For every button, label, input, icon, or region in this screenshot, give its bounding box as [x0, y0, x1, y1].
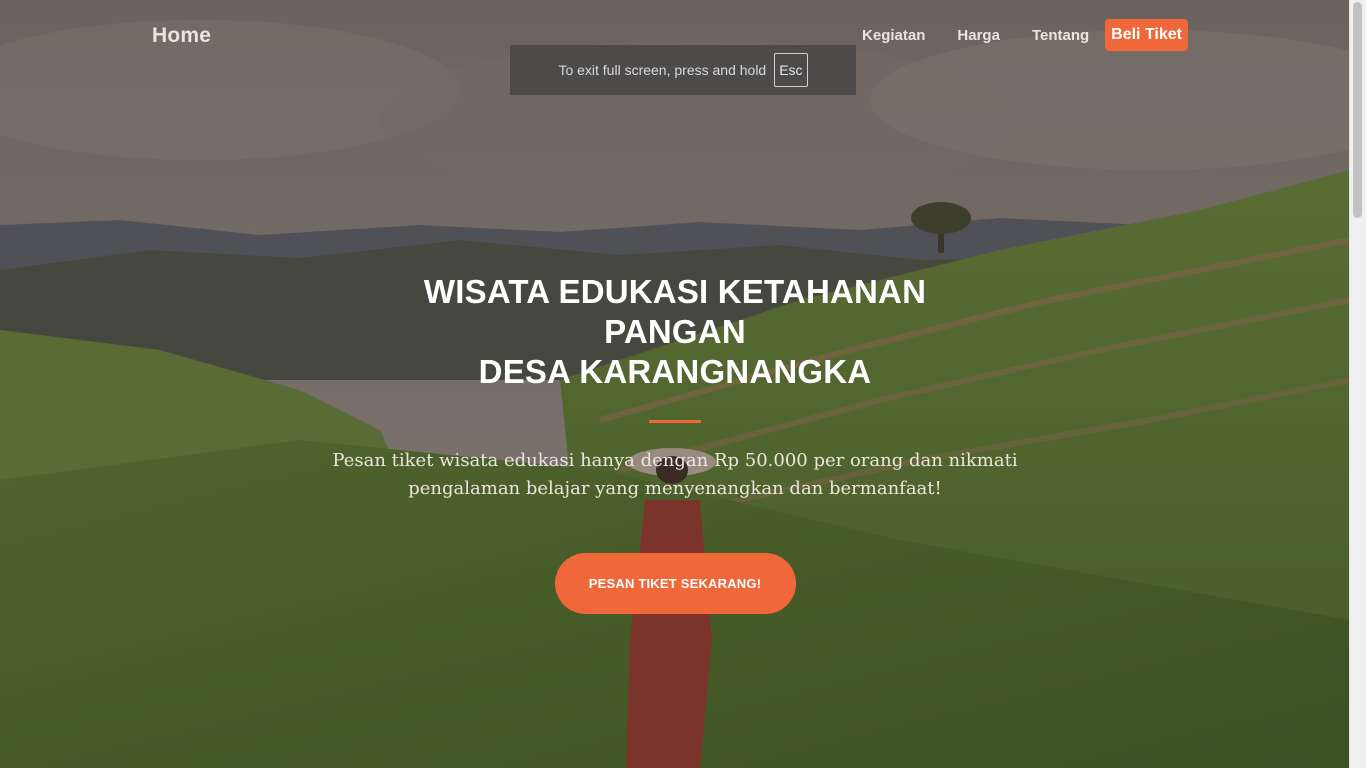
hero-title: WISATA EDUKASI KETAHANAN PANGAN DESA KAR… — [355, 272, 995, 392]
hero-divider — [649, 420, 701, 423]
hero-title-line2: DESA KARANGNANGKA — [478, 353, 872, 390]
nav-brand-home[interactable]: Home — [152, 24, 211, 48]
scrollbar-thumb[interactable] — [1353, 2, 1362, 218]
vertical-scrollbar[interactable] — [1349, 0, 1366, 768]
hero-title-line1: WISATA EDUKASI KETAHANAN PANGAN — [423, 273, 927, 350]
pesan-tiket-button[interactable]: PESAN TIKET SEKARANG! — [554, 553, 796, 614]
hero-section: WISATA EDUKASI KETAHANAN PANGAN DESA KAR… — [0, 272, 1350, 614]
nav-link-tentang[interactable]: Tentang — [1016, 20, 1105, 51]
landing-page: Home Kegiatan Harga Tentang Beli Tiket T… — [0, 0, 1366, 768]
fullscreen-exit-notice: To exit full screen, press and hold Esc — [510, 45, 856, 95]
hero-subtitle: Pesan tiket wisata edukasi hanya dengan … — [332, 450, 1018, 499]
fullscreen-notice-text: To exit full screen, press and hold — [558, 62, 767, 78]
esc-key-badge: Esc — [774, 53, 808, 87]
beli-tiket-button[interactable]: Beli Tiket — [1105, 19, 1188, 51]
navbar-links: Kegiatan Harga Tentang Beli Tiket — [846, 19, 1188, 51]
nav-link-kegiatan[interactable]: Kegiatan — [846, 20, 941, 51]
nav-link-harga[interactable]: Harga — [941, 20, 1016, 51]
